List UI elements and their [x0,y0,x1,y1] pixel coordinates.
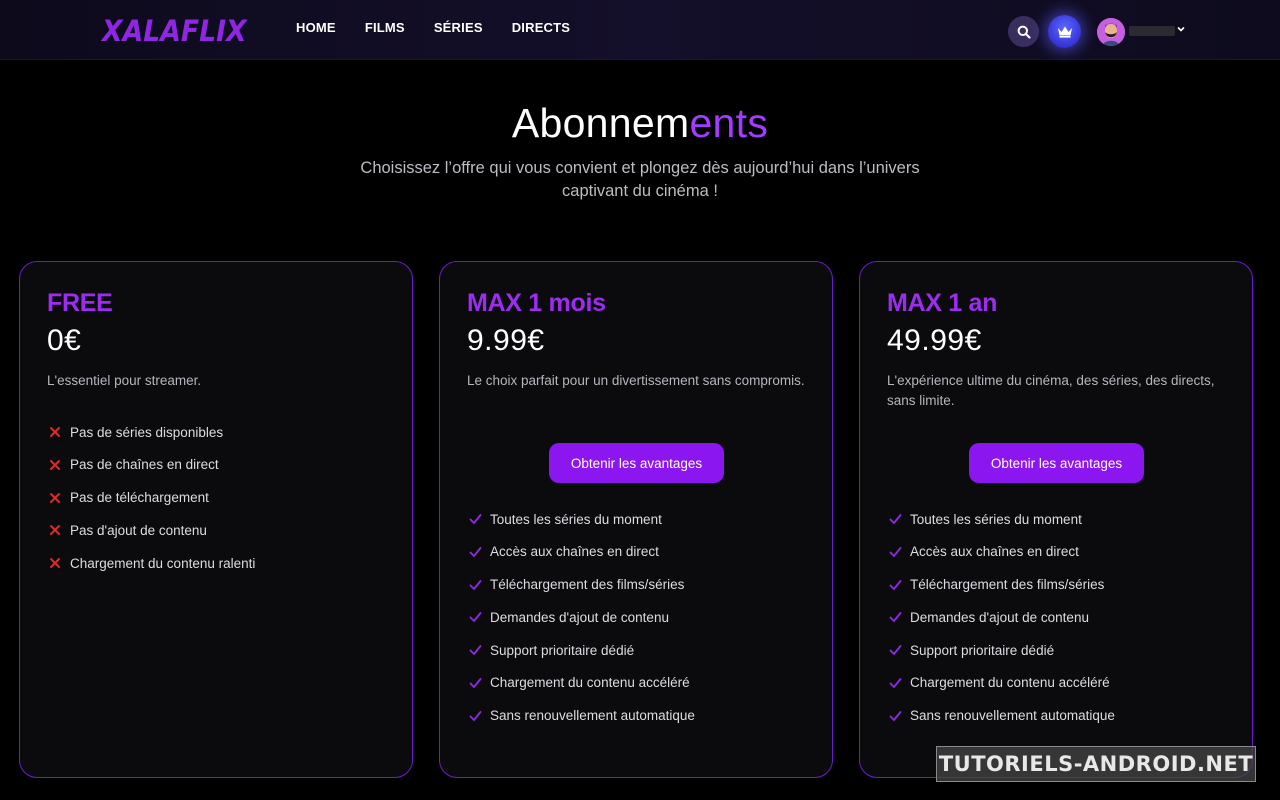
feature-item: Accès aux chaînes en direct [467,542,695,562]
feature-label: Support prioritaire dédié [910,642,1055,658]
feature-item: Support prioritaire dédié [887,640,1115,660]
check-icon [467,544,483,560]
feature-item: Support prioritaire dédié [467,640,695,660]
nav-home[interactable]: HOME [296,20,336,35]
watermark: TUTORIELS-ANDROID.NET [936,746,1256,782]
search-icon [1017,25,1031,39]
username-redacted [1129,26,1175,36]
plan-price: 0€ [47,324,82,357]
main-nav: HOME FILMS SÉRIES DIRECTS [296,20,599,35]
plan-name: MAX 1 an [887,289,998,317]
cross-icon [47,457,63,473]
feature-label: Pas d'ajout de contenu [70,522,207,538]
check-icon [467,675,483,691]
premium-button[interactable] [1048,15,1081,48]
feature-label: Téléchargement des films/séries [490,577,685,593]
page-subtitle: Choisissez l’offre qui vous convient et … [360,159,920,200]
plan-feature-list: Pas de séries disponibles Pas de chaînes… [47,422,255,586]
user-avatar[interactable] [1097,18,1125,46]
feature-label: Accès aux chaînes en direct [910,544,1079,560]
avatar-face-icon [1097,18,1125,46]
feature-item: Sans renouvellement automatique [467,706,695,726]
check-icon [467,609,483,625]
feature-label: Demandes d'ajout de contenu [490,609,669,625]
plan-feature-list: Toutes les séries du moment Accès aux ch… [467,509,695,739]
feature-label: Accès aux chaînes en direct [490,544,659,560]
plan-description: L'expérience ultime du cinéma, des série… [887,373,1215,408]
check-icon [467,577,483,593]
feature-item: Chargement du contenu ralenti [47,553,255,573]
feature-label: Pas de séries disponibles [70,424,224,440]
page-title: Abonnements [0,100,1280,147]
feature-label: Téléchargement des films/séries [910,577,1105,593]
crown-icon [1057,26,1072,38]
feature-label: Chargement du contenu accéléré [490,675,690,691]
feature-item: Pas de chaînes en direct [47,455,255,475]
plan-name: MAX 1 mois [467,289,606,317]
feature-label: Support prioritaire dédié [490,642,635,658]
get-benefits-button[interactable]: Obtenir les avantages [969,443,1144,483]
check-icon [887,609,903,625]
title-main: Abonnem [511,100,690,146]
check-icon [887,577,903,593]
nav-directs[interactable]: DIRECTS [512,20,570,35]
check-icon [887,642,903,658]
feature-item: Accès aux chaînes en direct [887,542,1115,562]
feature-item: Toutes les séries du moment [887,509,1115,529]
feature-item: Demandes d'ajout de contenu [467,607,695,627]
plan-card-free: FREE 0€ L'essentiel pour streamer. Pas d… [19,261,413,778]
check-icon [887,675,903,691]
feature-item: Pas de séries disponibles [47,422,255,442]
check-icon [467,708,483,724]
feature-label: Chargement du contenu ralenti [70,555,256,571]
plan-feature-list: Toutes les séries du moment Accès aux ch… [887,509,1115,739]
plan-description: Le choix parfait pour un divertissement … [467,373,805,388]
feature-label: Sans renouvellement automatique [910,708,1115,724]
feature-item: Pas d'ajout de contenu [47,520,255,540]
check-icon [887,511,903,527]
feature-item: Chargement du contenu accéléré [887,673,1115,693]
cross-icon [47,490,63,506]
get-benefits-button[interactable]: Obtenir les avantages [549,443,724,483]
feature-item: Sans renouvellement automatique [887,706,1115,726]
plan-card-max-1-an: MAX 1 an 49.99€ L'expérience ultime du c… [859,261,1253,778]
check-icon [887,708,903,724]
plan-name: FREE [47,289,113,317]
cross-icon [47,555,63,571]
feature-label: Demandes d'ajout de contenu [910,609,1089,625]
feature-label: Toutes les séries du moment [910,511,1082,527]
top-navbar: XALAFLIX HOME FILMS SÉRIES DIRECTS [0,0,1280,60]
check-icon [467,642,483,658]
check-icon [887,544,903,560]
feature-label: Toutes les séries du moment [490,511,662,527]
feature-item: Téléchargement des films/séries [887,575,1115,595]
cross-icon [47,522,63,538]
nav-series[interactable]: SÉRIES [434,20,483,35]
feature-label: Sans renouvellement automatique [490,708,695,724]
feature-item: Demandes d'ajout de contenu [887,607,1115,627]
check-icon [467,511,483,527]
plan-price: 9.99€ [467,324,545,357]
feature-item: Téléchargement des films/séries [467,575,695,595]
feature-item: Chargement du contenu accéléré [467,673,695,693]
feature-label: Chargement du contenu accéléré [910,675,1110,691]
title-accent: ents [689,100,769,146]
xalaflix-logo[interactable]: XALAFLIX [102,14,247,48]
search-button[interactable] [1008,16,1039,47]
cross-icon [47,424,63,440]
plan-description: L'essentiel pour streamer. [47,373,202,388]
plan-price: 49.99€ [887,324,982,357]
feature-label: Pas de téléchargement [70,490,209,506]
feature-item: Toutes les séries du moment [467,509,695,529]
chevron-down-icon[interactable] [1177,25,1185,33]
nav-films[interactable]: FILMS [365,20,405,35]
plan-card-max-1-mois: MAX 1 mois 9.99€ Le choix parfait pour u… [439,261,833,778]
feature-item: Pas de téléchargement [47,488,255,508]
feature-label: Pas de chaînes en direct [70,457,219,473]
